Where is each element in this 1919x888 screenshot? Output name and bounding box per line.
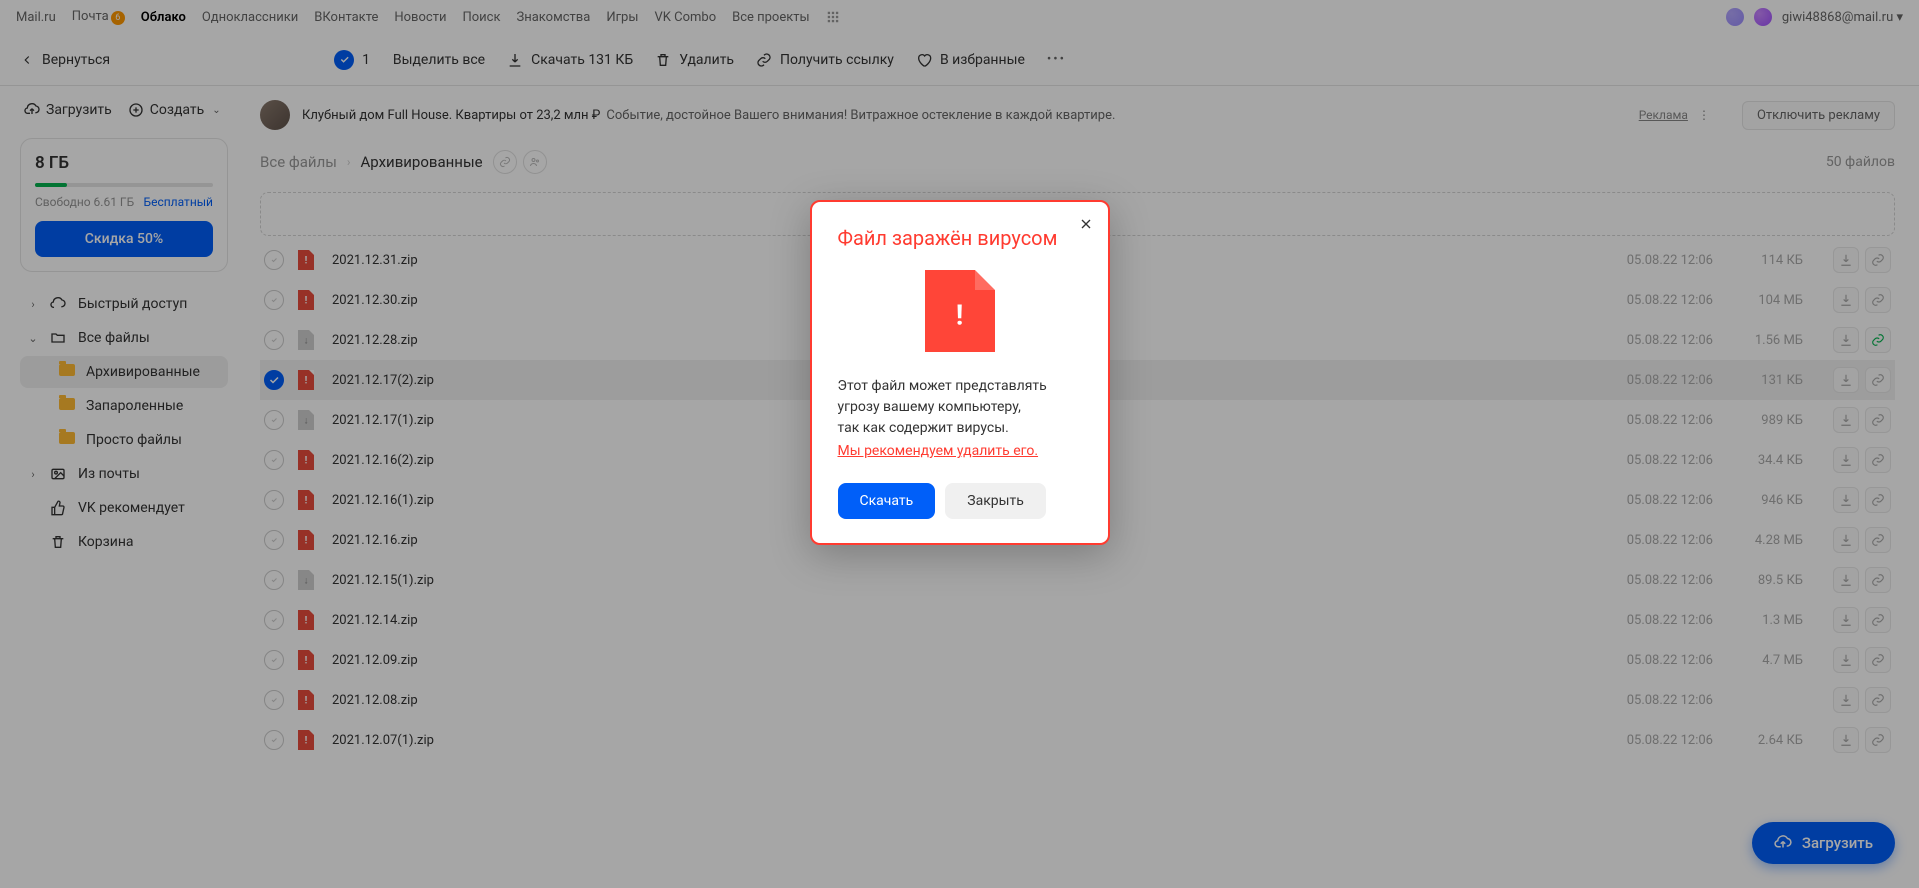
modal-download-button[interactable]: Скачать <box>838 483 936 519</box>
infected-file-icon: ! <box>925 270 995 352</box>
modal-title: Файл заражён вирусом <box>838 226 1082 250</box>
modal-delete-recommendation-link[interactable]: Мы рекомендуем удалить его. <box>838 443 1082 459</box>
virus-warning-modal: Файл заражён вирусом ! Этот файл может п… <box>810 200 1110 545</box>
modal-close-text-button[interactable]: Закрыть <box>945 483 1046 519</box>
modal-body-text: Этот файл может представлять угрозу ваше… <box>838 376 1082 439</box>
modal-close-button[interactable] <box>1078 216 1094 232</box>
